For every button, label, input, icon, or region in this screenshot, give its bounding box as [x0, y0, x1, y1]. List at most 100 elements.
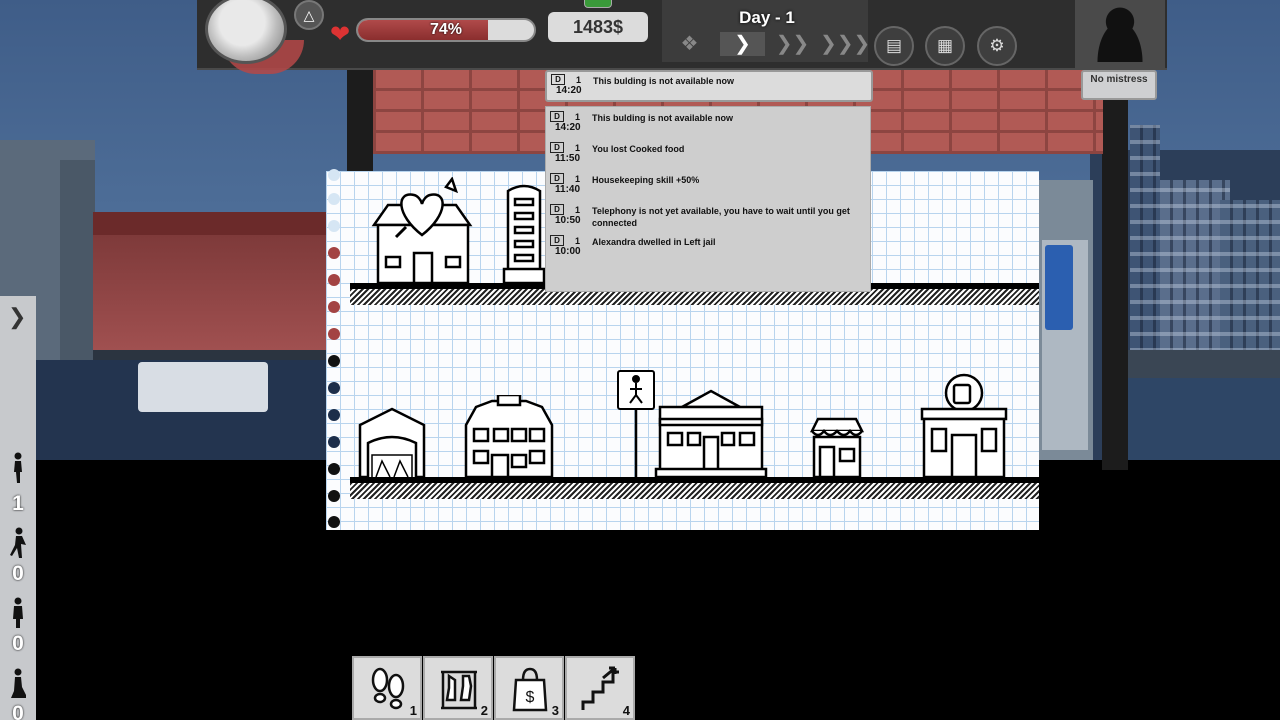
notebook-hole — [328, 436, 340, 448]
hotkey-label: 1 — [409, 703, 417, 718]
event-log[interactable]: D 1 14:20 This bulding is not available … — [545, 106, 871, 292]
bus-stop-sign[interactable] — [616, 369, 656, 477]
log-day: 1 — [575, 174, 581, 184]
notebook-hole — [328, 274, 340, 286]
wall-edge — [347, 70, 373, 175]
hotkey-label: 4 — [622, 703, 630, 718]
standing-woman-icon-2 — [13, 597, 23, 628]
calendar-icon: D — [550, 173, 564, 184]
wardrobe-tool-button[interactable]: 2 — [423, 656, 493, 720]
settings-icon: ⚙ — [989, 36, 1005, 55]
log-time: 14:20 — [555, 122, 581, 133]
log-day: 1 — [575, 205, 581, 215]
play-icon: ❯ — [734, 33, 751, 55]
person-icon: △ — [303, 6, 315, 23]
mistress-silhouette-icon — [1085, 0, 1155, 62]
log-message: Telephony is not yet available, you have… — [592, 206, 850, 228]
kneeling-count: 0 — [12, 702, 24, 720]
fast-forward-button[interactable]: ❯❯ — [770, 32, 815, 56]
notebook-hole — [328, 328, 340, 340]
garage-building[interactable] — [356, 405, 428, 479]
calendar-icon: D — [551, 74, 565, 85]
small-shop-building[interactable] — [808, 417, 866, 479]
calendar-icon: D — [550, 235, 564, 246]
background-ledge — [1128, 350, 1280, 378]
walking-woman-icon — [10, 527, 26, 558]
notebook-hole — [328, 463, 340, 475]
wardrobe-icon — [441, 670, 477, 710]
expand-panel-chevron-icon[interactable]: ❯ — [8, 304, 26, 330]
notebook-hole — [328, 169, 340, 181]
love-house-building[interactable] — [366, 177, 478, 285]
bank-building[interactable] — [654, 389, 768, 479]
fast-forward-icon: ❯❯ — [775, 33, 810, 55]
log-message: You lost Cooked food — [592, 144, 685, 154]
notebook-hole — [328, 490, 340, 502]
walking-count: 0 — [12, 562, 24, 585]
hanging-dress — [1045, 245, 1073, 330]
wall-edge — [1102, 70, 1128, 470]
notebook-hole — [328, 516, 340, 528]
map-button[interactable]: ▦ — [925, 26, 965, 66]
log-day: 1 — [575, 112, 581, 122]
standing-count: 1 — [12, 492, 24, 515]
latest-notification: D 1 14:20 This bulding is not available … — [545, 70, 873, 102]
log-day: 1 — [575, 143, 581, 153]
day-label: Day - 1 — [739, 8, 795, 27]
log-message: This bulding is not available now — [593, 76, 735, 86]
log-message: Alexandra dwelled in Left jail — [592, 237, 716, 247]
mood-percent: 74% — [429, 21, 463, 38]
mood-bar: 74% — [356, 18, 536, 42]
standing-count-2: 0 — [12, 632, 24, 655]
calendar-icon: D — [550, 111, 564, 122]
lower-street — [350, 477, 1039, 499]
apartment-building[interactable] — [462, 395, 556, 479]
background-roof — [93, 212, 333, 236]
skills-button[interactable]: △ — [294, 0, 324, 30]
journal-icon: ▤ — [885, 36, 903, 55]
fastest-icon: ❯❯❯ — [820, 33, 871, 55]
standing-woman-icon — [14, 452, 22, 483]
stairs-icon — [581, 666, 619, 710]
shopping-bag-icon: $ — [512, 667, 548, 712]
footsteps-icon — [371, 667, 405, 710]
play-button[interactable]: ❯ — [720, 32, 765, 56]
log-time: 11:50 — [555, 153, 581, 164]
notebook-hole — [328, 355, 340, 367]
notebook-hole — [328, 247, 340, 259]
notebook-hole — [328, 382, 340, 394]
log-time: 10:00 — [555, 246, 581, 257]
notebook-hole — [328, 301, 340, 313]
stairs-tool-button[interactable]: 4 — [565, 656, 635, 720]
notebook-hole — [328, 220, 340, 232]
log-message: Housekeeping skill +50% — [592, 175, 700, 185]
log-day: 1 — [576, 75, 582, 85]
journal-button[interactable]: ▤ — [874, 26, 914, 66]
money-icon — [584, 0, 612, 8]
settings-button[interactable]: ⚙ — [977, 26, 1017, 66]
fastest-button[interactable]: ❯❯❯ — [820, 32, 870, 56]
shop-tool-button[interactable]: $ 3 — [494, 656, 564, 720]
log-time: 10:50 — [555, 215, 581, 226]
pause-button[interactable]: ❖ — [667, 32, 712, 56]
map-icon: ▦ — [936, 36, 954, 55]
calendar-icon: D — [550, 204, 564, 215]
notebook-hole — [328, 193, 340, 205]
walk-tool-button[interactable]: 1 — [352, 656, 422, 720]
skyscraper-building[interactable] — [502, 181, 546, 285]
concrete-block — [138, 362, 268, 412]
hotkey-label: 2 — [480, 703, 488, 718]
svg-text:$: $ — [526, 689, 535, 706]
notebook-hole — [328, 409, 340, 421]
heart-icon: ❤ — [330, 21, 351, 48]
calendar-icon: D — [550, 142, 564, 153]
pause-icon: ❖ — [680, 33, 699, 55]
log-message: This bulding is not available now — [592, 113, 734, 123]
bar-building[interactable] — [918, 371, 1010, 479]
log-time: 14:20 — [556, 85, 582, 96]
background-red-wall — [93, 235, 333, 350]
money-display: 1483$ — [548, 12, 648, 42]
kneeling-woman-icon — [11, 668, 26, 698]
hotkey-label: 3 — [551, 703, 559, 718]
mistress-label: No mistress — [1081, 70, 1157, 100]
